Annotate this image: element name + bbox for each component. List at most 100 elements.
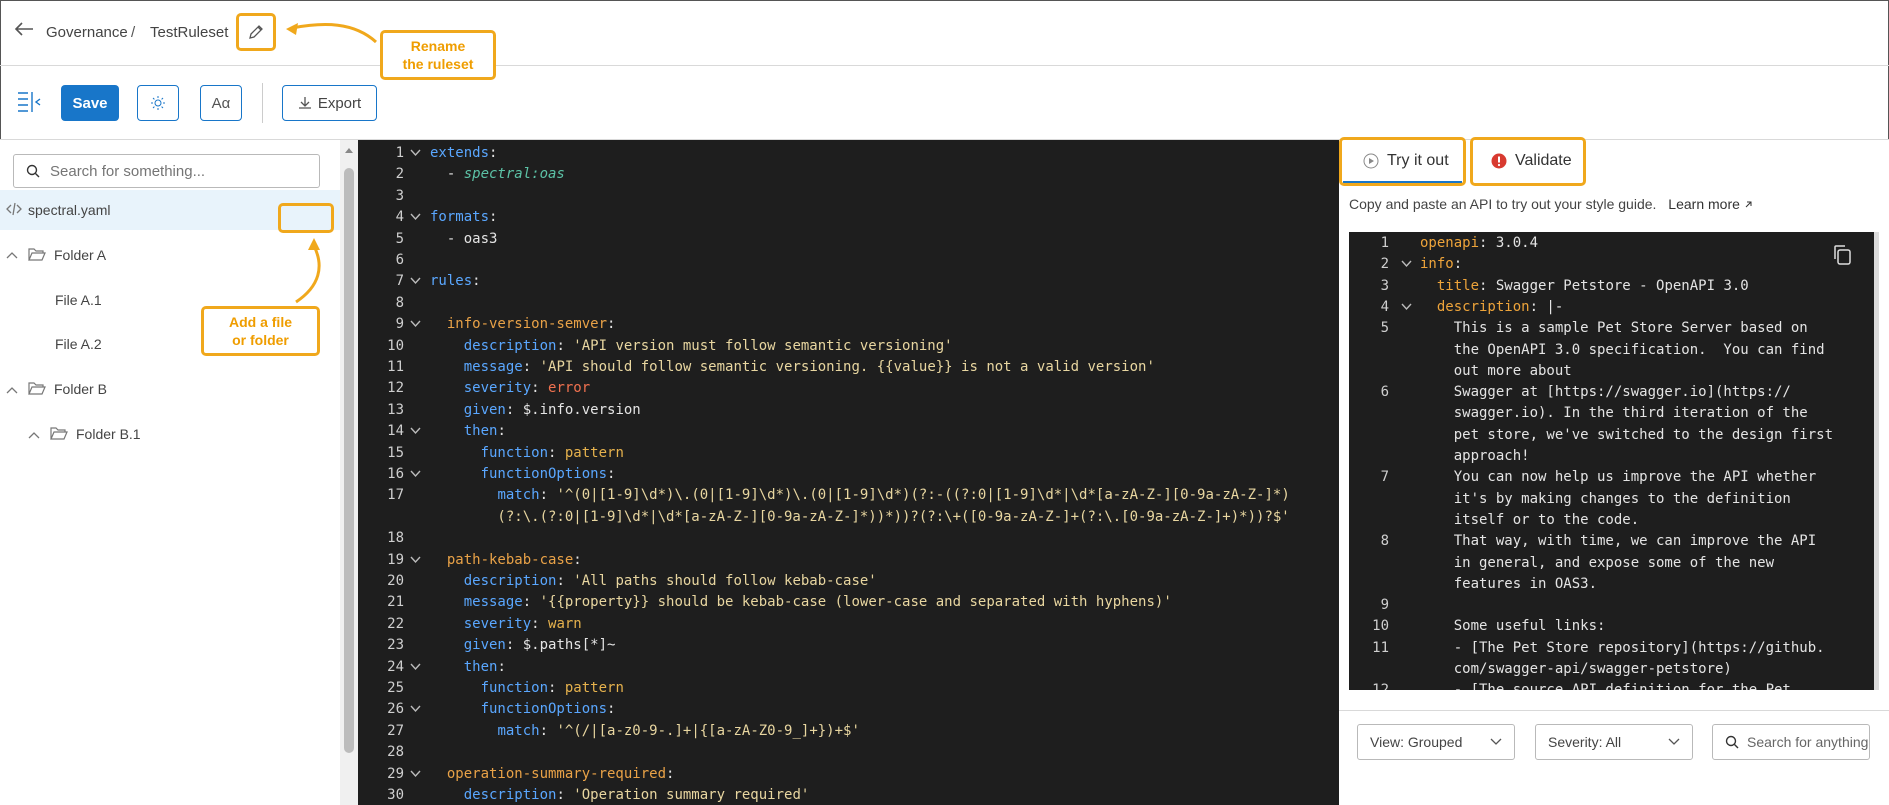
- line-number: 10: [387, 337, 404, 354]
- line-number: 13: [387, 401, 404, 418]
- line-number: 11: [387, 359, 404, 375]
- line-number: 8: [395, 294, 404, 311]
- api-spec-scrollbar[interactable]: [1874, 232, 1879, 690]
- sidebar-scrollbar-thumb[interactable]: [344, 168, 354, 753]
- tree-item-label: Folder A: [54, 247, 107, 263]
- severity-dropdown[interactable]: Severity: All: [1535, 724, 1693, 760]
- code-line: 6: [358, 250, 1339, 271]
- code-line: 7 rules:: [358, 271, 1339, 292]
- fold-chevron-icon[interactable]: [410, 550, 421, 571]
- code-text: function: pattern: [480, 680, 624, 696]
- fold-chevron-icon[interactable]: [410, 764, 421, 785]
- theme-toggle-button[interactable]: [137, 85, 179, 121]
- sidebar-search[interactable]: [13, 154, 320, 188]
- line-number: 10: [1372, 618, 1389, 635]
- code-text: message: 'API should follow semantic ver…: [463, 359, 1155, 375]
- api-spec-editor[interactable]: 1 openapi: 3.0.4 2 info: 3 title: Swagger Pe…: [1349, 232, 1879, 690]
- learn-more-link[interactable]: Learn more: [1668, 196, 1752, 212]
- code-text: That way, with time, we can improve the …: [1420, 533, 1817, 550]
- code-line: out more about: [1349, 361, 1879, 382]
- line-number: 16: [387, 466, 404, 482]
- code-text: openapi: 3.0.4: [1420, 235, 1539, 251]
- line-number: 11: [1372, 639, 1389, 656]
- code-text: - [The Pet Store repository](https://git…: [1420, 639, 1825, 656]
- fold-chevron-icon[interactable]: [1401, 254, 1412, 275]
- code-text: description: 'All paths should follow ke…: [463, 573, 877, 589]
- line-number: 27: [387, 722, 404, 739]
- fold-chevron-icon[interactable]: [410, 699, 421, 720]
- fold-chevron-icon[interactable]: [410, 271, 421, 292]
- sidebar-search-input[interactable]: [50, 162, 300, 180]
- try-it-out-highlight: [1339, 137, 1466, 186]
- fold-chevron-icon[interactable]: [410, 314, 421, 335]
- view-dropdown[interactable]: View: Grouped: [1357, 724, 1515, 760]
- code-text: - spectral:oas: [430, 166, 565, 183]
- line-number: 5: [395, 230, 404, 247]
- save-button[interactable]: Save: [61, 85, 119, 121]
- copy-icon[interactable]: [1832, 244, 1852, 271]
- font-settings-button[interactable]: Aα: [200, 85, 242, 121]
- export-button[interactable]: Export: [282, 85, 377, 121]
- line-number: 15: [387, 444, 404, 461]
- breadcrumb-governance[interactable]: Governance: [46, 24, 128, 41]
- tree-item-folder-b1[interactable]: Folder B.1: [0, 414, 340, 454]
- code-line: it's by making changes to the definition: [1349, 489, 1879, 510]
- description-text: Copy and paste an API to try out your st…: [1349, 196, 1657, 212]
- code-line: 3: [358, 186, 1339, 207]
- download-icon: [298, 97, 311, 109]
- issues-search[interactable]: Search for anything: [1712, 724, 1870, 760]
- tree-item-label: File A.1: [55, 292, 102, 308]
- code-line: 10 description: 'API version must follow…: [358, 336, 1339, 357]
- code-line: 16 functionOptions:: [358, 464, 1339, 485]
- code-line: 9: [1349, 595, 1879, 616]
- code-line: 3 title: Swagger Petstore - OpenAPI 3.0: [1349, 276, 1879, 297]
- code-line: 8: [358, 293, 1339, 314]
- code-text: itself or to the code.: [1420, 511, 1640, 528]
- line-number: 2: [1380, 256, 1389, 273]
- code-text: match: '^(/|[a-z0-9-.]+|{[a-zA-Z0-9_]+})…: [497, 722, 860, 739]
- back-arrow-icon[interactable]: [14, 20, 34, 43]
- line-number: 9: [1380, 597, 1389, 614]
- code-line: approach!: [1349, 446, 1879, 467]
- collapse-sidebar-icon[interactable]: [16, 90, 42, 119]
- code-text: Swagger at [https://swagger.io](https://: [1420, 384, 1791, 401]
- code-line: 9 info-version-semver:: [358, 314, 1339, 335]
- sun-icon: [151, 96, 165, 110]
- fold-chevron-icon[interactable]: [410, 657, 421, 678]
- code-line: 26 functionOptions:: [358, 699, 1339, 720]
- export-label: Export: [317, 94, 362, 112]
- folder-open-icon: [28, 247, 46, 264]
- code-text: the OpenAPI 3.0 specification. You can f…: [1420, 341, 1825, 358]
- code-text: features in OAS3.: [1420, 575, 1598, 592]
- code-line: 4 formats:: [358, 207, 1339, 228]
- fold-chevron-icon[interactable]: [1401, 297, 1412, 318]
- code-line: 5 This is a sample Pet Store Server base…: [1349, 318, 1879, 339]
- fold-chevron-icon[interactable]: [410, 143, 421, 164]
- code-line: 2 - spectral:oas: [358, 164, 1339, 185]
- code-text: (?:\.(?:0|[1-9]\d*|\d*[a-zA-Z-][0-9a-zA-…: [430, 508, 1290, 525]
- line-number: 4: [395, 209, 404, 226]
- line-number: 17: [387, 487, 404, 504]
- tree-item-folder-a[interactable]: Folder A: [0, 235, 340, 275]
- tree-item-label: spectral.yaml: [28, 202, 111, 218]
- code-text: description: 'API version must follow se…: [463, 337, 953, 354]
- line-number: 8: [1380, 533, 1389, 550]
- tree-item-folder-b[interactable]: Folder B: [0, 369, 340, 409]
- code-text: given: $.paths[*]~: [463, 637, 616, 654]
- chevron-up-icon: [6, 381, 18, 397]
- fold-chevron-icon[interactable]: [410, 207, 421, 228]
- file-sidebar: spectral.yaml Folder A File A.1 File A.2…: [0, 140, 340, 805]
- code-text: - oas3: [430, 230, 498, 247]
- code-text: functionOptions:: [480, 701, 616, 718]
- code-line: 12 - [The source API definition for the …: [1349, 680, 1879, 690]
- fold-chevron-icon[interactable]: [410, 464, 421, 485]
- ruleset-code-editor[interactable]: 1 extends: 2 - spectral:oas 3 4 formats: 5 - o…: [358, 140, 1339, 805]
- line-number: 6: [1380, 384, 1389, 401]
- line-number: 21: [387, 594, 404, 611]
- code-line: 11 message: 'API should follow semantic …: [358, 357, 1339, 378]
- line-number: 9: [395, 316, 404, 333]
- fold-chevron-icon[interactable]: [410, 421, 421, 442]
- code-text: swagger.io). In the third iteration of t…: [1420, 405, 1808, 422]
- line-number: 29: [387, 765, 404, 782]
- code-line: 28: [358, 742, 1339, 763]
